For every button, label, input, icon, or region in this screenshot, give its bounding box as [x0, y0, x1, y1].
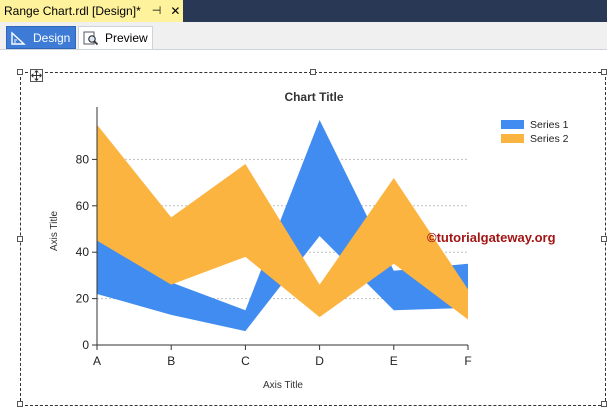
x-tick-label: B	[167, 354, 175, 368]
x-axis-ticks: A B C D E F	[93, 345, 472, 368]
tab-preview[interactable]: Preview	[78, 26, 153, 49]
legend-label: Series 1	[530, 119, 569, 131]
x-tick-label: D	[315, 354, 324, 368]
legend-swatch	[501, 120, 524, 129]
y-axis-title: Axis Title	[49, 211, 60, 251]
x-tick-label: F	[464, 354, 471, 368]
tab-design-label: Design	[33, 30, 71, 45]
tab-design[interactable]: Design	[6, 26, 76, 49]
resize-handle-top-left[interactable]	[17, 69, 23, 75]
document-tab-title: Range Chart.rdl [Design]*	[4, 4, 141, 18]
chart-title: Chart Title	[284, 90, 343, 104]
x-axis-title: Axis Title	[263, 380, 303, 391]
tab-preview-label: Preview	[105, 31, 148, 45]
x-tick-label: C	[241, 354, 250, 368]
resize-handle-bottom-right[interactable]	[601, 401, 607, 407]
x-tick-label: A	[93, 354, 101, 368]
resize-handle-top-right[interactable]	[601, 69, 607, 75]
y-tick-label: 40	[76, 245, 90, 259]
x-tick-label: E	[390, 354, 398, 368]
move-handle-icon[interactable]	[30, 69, 43, 82]
resize-handle-middle-left[interactable]	[17, 236, 23, 242]
view-tab-strip: Design Preview	[0, 22, 607, 50]
pin-icon[interactable]: ⊣	[152, 5, 162, 17]
y-tick-label: 80	[76, 152, 90, 166]
document-tab[interactable]: Range Chart.rdl [Design]* ⊣ ✕	[0, 0, 183, 22]
legend-swatch	[501, 134, 524, 143]
watermark-text: ©tutorialgateway.org	[427, 230, 556, 245]
document-tab-bar: Range Chart.rdl [Design]* ⊣ ✕	[0, 0, 607, 22]
legend-label: Series 2	[530, 133, 569, 145]
resize-handle-top-center[interactable]	[310, 69, 316, 75]
series-layer	[97, 119, 468, 332]
y-tick-label: 20	[76, 292, 90, 306]
chart-legend: Series 1 Series 2	[501, 119, 569, 145]
y-tick-label: 0	[82, 338, 89, 352]
range-chart: ABCDEF 020406080 Chart Title Axis Title …	[49, 90, 569, 391]
resize-handle-bottom-left[interactable]	[17, 401, 23, 407]
y-axis-ticks: 0 20 40 60 80	[76, 152, 97, 352]
preview-magnifier-icon	[83, 31, 99, 45]
design-ruler-icon	[11, 30, 26, 45]
chart-region[interactable]: ABCDEF 0 20 40 60 80 Chart Title Axis Title …	[20, 72, 606, 406]
resize-handle-middle-right[interactable]	[601, 236, 607, 242]
close-icon[interactable]: ✕	[170, 5, 180, 17]
y-tick-label: 60	[76, 199, 90, 213]
